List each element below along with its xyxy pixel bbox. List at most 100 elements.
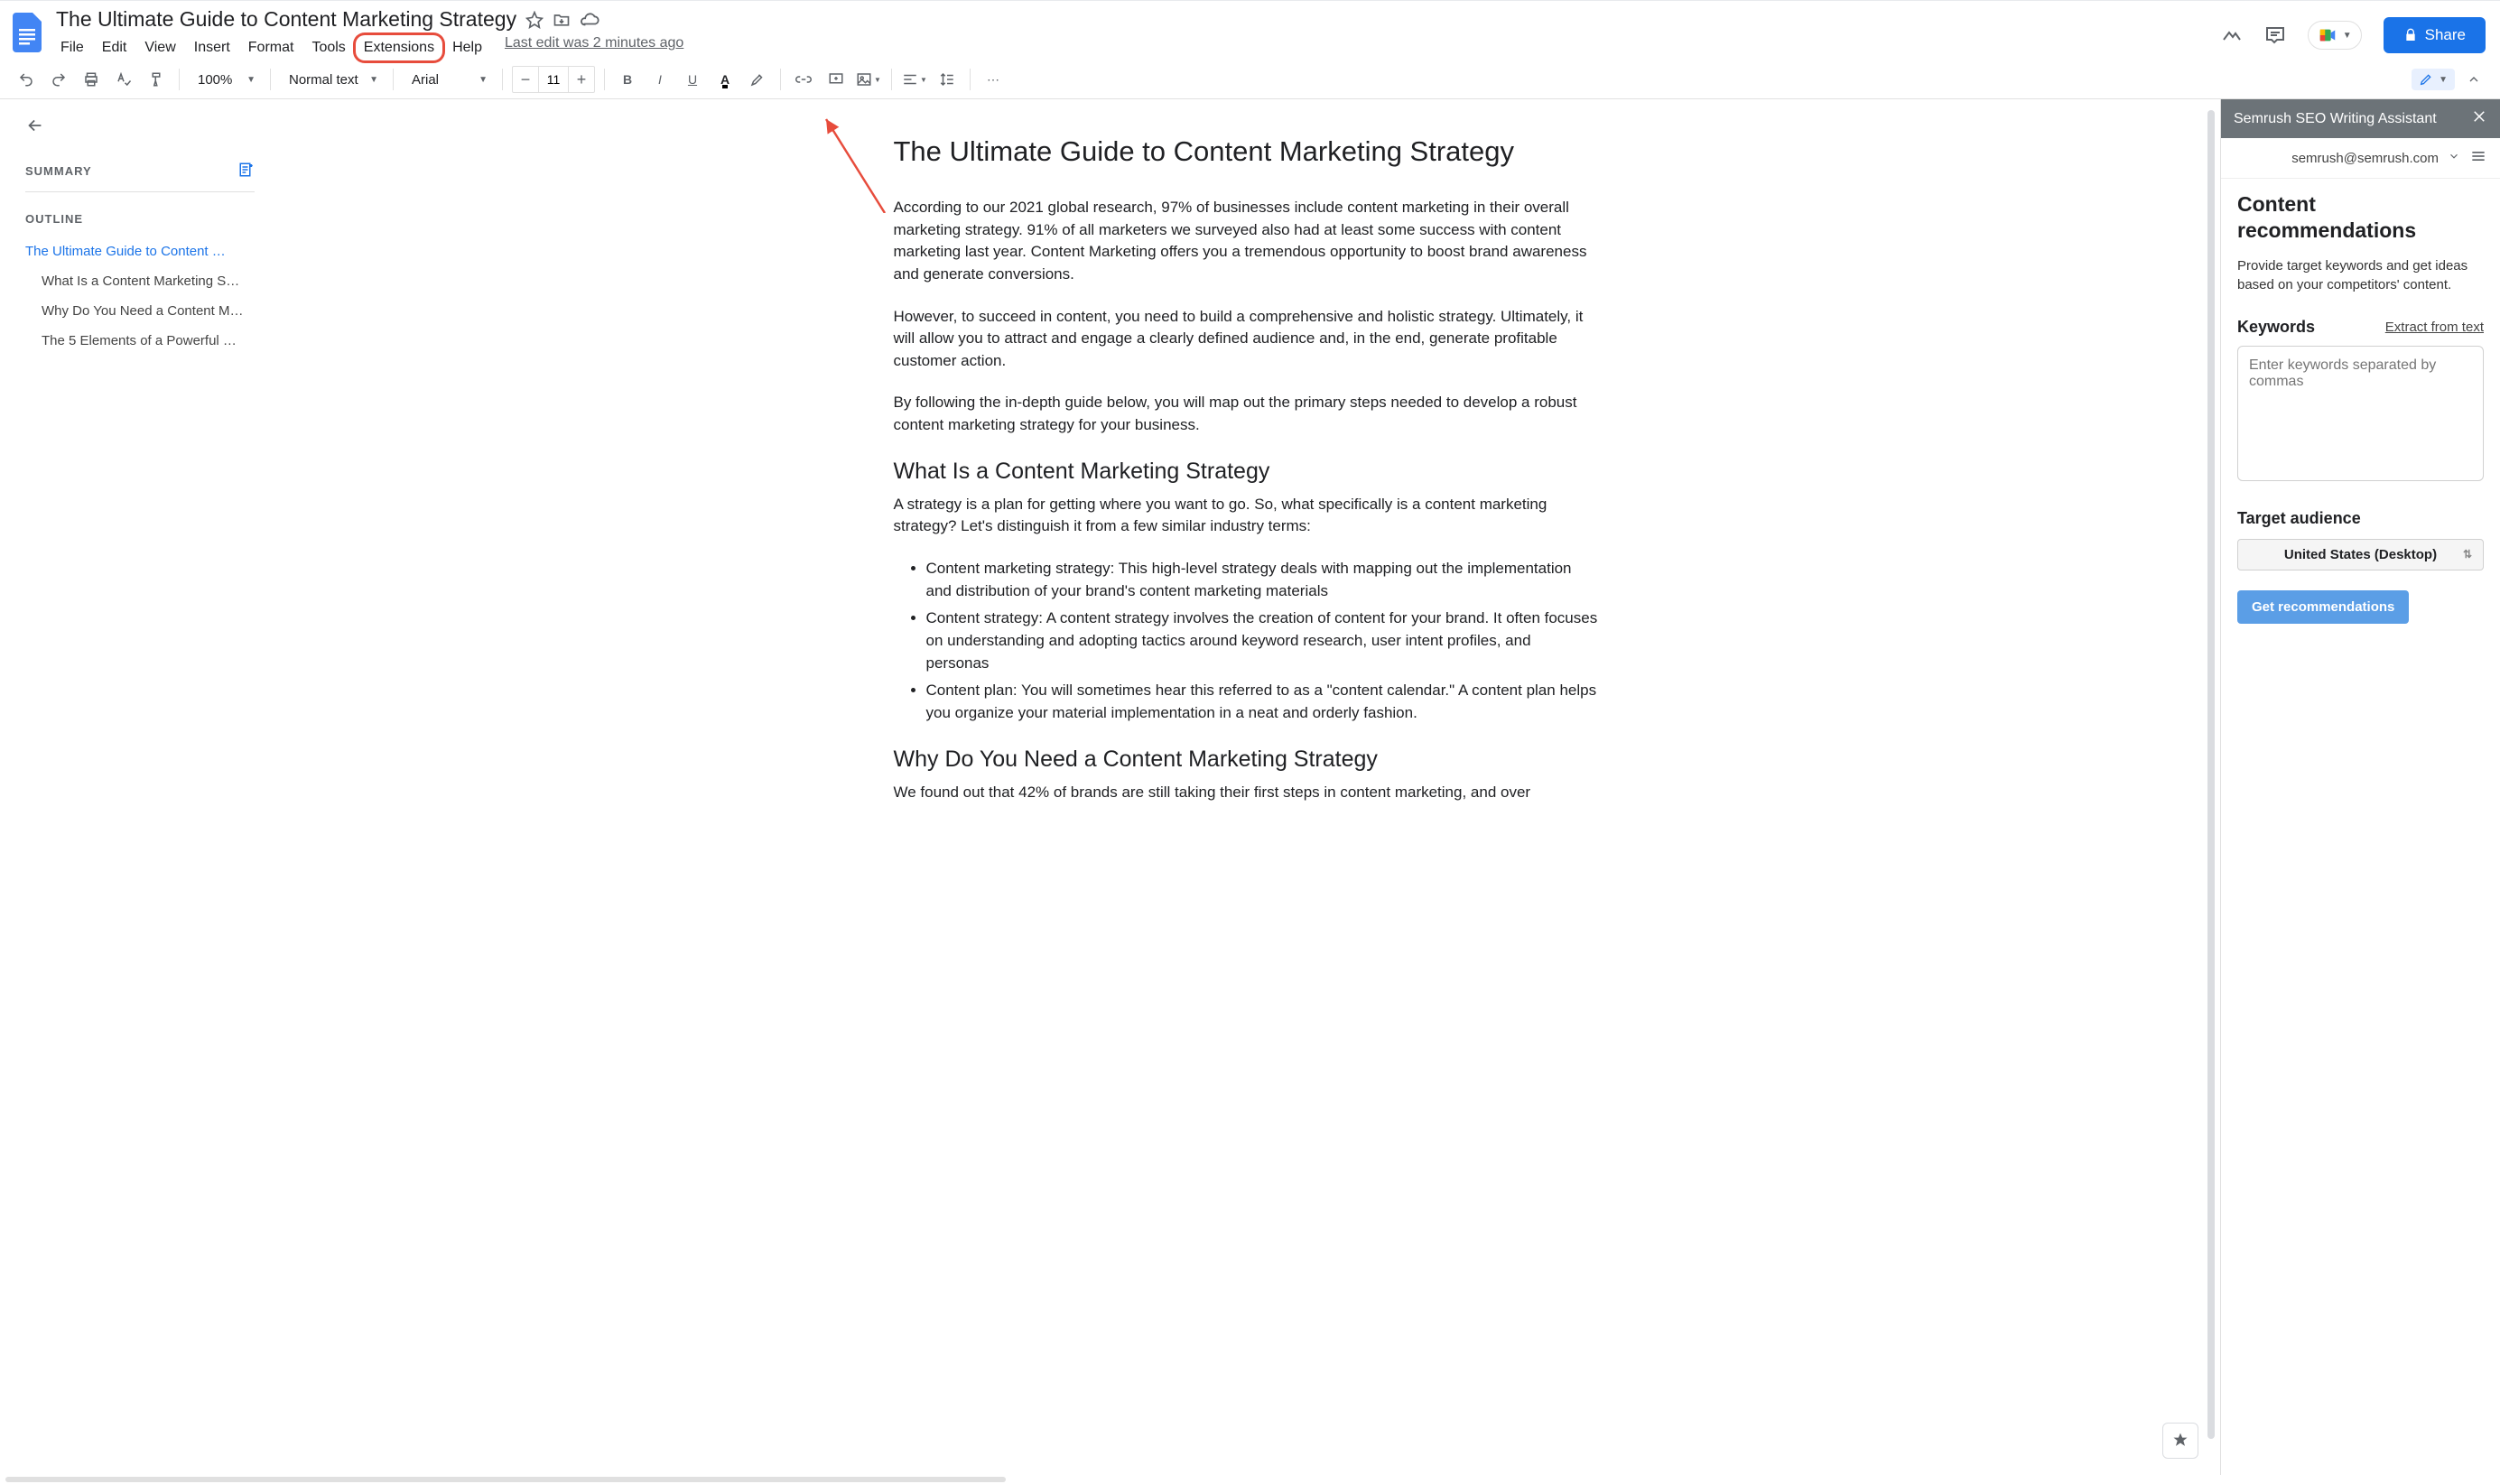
add-summary-button[interactable] xyxy=(238,162,255,181)
star-icon[interactable] xyxy=(525,11,544,29)
insert-image-button[interactable]: ▼ xyxy=(855,66,882,93)
paragraph: By following the in-depth guide below, y… xyxy=(894,392,1598,436)
arrow-left-icon xyxy=(25,116,45,135)
separator xyxy=(270,69,271,90)
bold-button[interactable]: B xyxy=(614,66,641,93)
document-canvas[interactable]: The Ultimate Guide to Content Marketing … xyxy=(271,99,2220,1475)
more-tools-button[interactable]: ⋯ xyxy=(980,66,1007,93)
account-email[interactable]: semrush@semrush.com xyxy=(2291,151,2439,166)
panel-close-button[interactable] xyxy=(2471,108,2487,129)
docs-logo[interactable] xyxy=(11,8,47,57)
titlebar: The Ultimate Guide to Content Marketing … xyxy=(0,0,2500,60)
get-recommendations-button[interactable]: Get recommendations xyxy=(2237,590,2409,624)
insert-comment-button[interactable] xyxy=(822,66,850,93)
list-item: Content strategy: A content strategy inv… xyxy=(926,608,1598,674)
keywords-label: Keywords xyxy=(2237,318,2315,337)
meet-button[interactable]: ▼ xyxy=(2308,21,2362,50)
paragraph: According to our 2021 global research, 9… xyxy=(894,197,1598,286)
account-caret[interactable] xyxy=(2448,150,2460,166)
caret-down-icon: ▼ xyxy=(2439,75,2448,85)
separator xyxy=(179,69,180,90)
align-button[interactable]: ▼ xyxy=(901,66,928,93)
document-title[interactable]: The Ultimate Guide to Content Marketing … xyxy=(56,8,516,32)
separator xyxy=(604,69,605,90)
menubar: File Edit View Insert Format Tools Exten… xyxy=(52,35,683,60)
undo-button[interactable] xyxy=(13,66,40,93)
text-color-button[interactable]: A xyxy=(711,66,739,93)
font-size-increase[interactable]: + xyxy=(569,67,594,92)
outline-item[interactable]: The 5 Elements of a Powerful … xyxy=(25,326,255,356)
audience-label: Target audience xyxy=(2237,509,2484,528)
zoom-value: 100% xyxy=(198,72,232,88)
redo-button[interactable] xyxy=(45,66,72,93)
close-icon xyxy=(2471,108,2487,125)
panel-menu-button[interactable] xyxy=(2469,147,2487,169)
summary-add-icon xyxy=(238,162,255,178)
docs-file-icon xyxy=(13,13,45,52)
menu-file[interactable]: File xyxy=(52,35,92,60)
explore-icon xyxy=(2171,1432,2189,1450)
toolbar: 100% ▼ Normal text ▼ Arial ▼ − + B I U A… xyxy=(0,60,2500,99)
highlight-button[interactable] xyxy=(744,66,771,93)
hamburger-icon xyxy=(2469,147,2487,165)
panel-title: Semrush SEO Writing Assistant xyxy=(2234,111,2437,127)
menu-format[interactable]: Format xyxy=(240,35,302,60)
share-label: Share xyxy=(2425,26,2466,44)
font-value: Arial xyxy=(412,72,439,88)
italic-button[interactable]: I xyxy=(646,66,674,93)
comments-icon[interactable] xyxy=(2264,24,2286,46)
collapse-toolbar-button[interactable] xyxy=(2460,66,2487,93)
heading-2: What Is a Content Marketing Strategy xyxy=(894,459,1598,485)
font-size-input[interactable] xyxy=(538,67,569,92)
underline-button[interactable]: U xyxy=(679,66,706,93)
outline-item[interactable]: The Ultimate Guide to Content … xyxy=(25,237,255,266)
paragraph-style-select[interactable]: Normal text ▼ xyxy=(280,66,384,93)
paint-format-button[interactable] xyxy=(143,66,170,93)
separator xyxy=(502,69,503,90)
caret-down-icon: ▼ xyxy=(246,75,256,85)
meet-caret-icon: ▼ xyxy=(2343,31,2352,41)
panel-header: Semrush SEO Writing Assistant xyxy=(2221,99,2500,138)
font-size-stepper: − + xyxy=(512,66,595,93)
move-icon[interactable] xyxy=(553,11,571,29)
last-edit-status[interactable]: Last edit was 2 minutes ago xyxy=(505,35,683,60)
print-button[interactable] xyxy=(78,66,105,93)
separator xyxy=(970,69,971,90)
paragraph-style-value: Normal text xyxy=(289,72,358,88)
document-page: The Ultimate Guide to Content Marketing … xyxy=(876,117,1616,914)
editing-mode-button[interactable]: ▼ xyxy=(2412,69,2455,90)
title-actions: ▼ Share xyxy=(2221,8,2486,53)
menu-help[interactable]: Help xyxy=(444,35,490,60)
separator xyxy=(891,69,892,90)
cloud-status-icon[interactable] xyxy=(580,10,599,30)
font-select[interactable]: Arial ▼ xyxy=(403,66,493,93)
bullet-list: Content marketing strategy: This high-le… xyxy=(894,558,1598,724)
panel-section-title: Content recommendations xyxy=(2237,191,2484,244)
menu-edit[interactable]: Edit xyxy=(94,35,135,60)
keywords-input[interactable] xyxy=(2237,346,2484,481)
menu-extensions[interactable]: Extensions xyxy=(356,35,442,60)
menu-view[interactable]: View xyxy=(136,35,183,60)
zoom-select[interactable]: 100% ▼ xyxy=(189,66,261,93)
line-spacing-button[interactable] xyxy=(934,66,961,93)
horizontal-scrollbar[interactable] xyxy=(0,1475,2500,1484)
menu-tools[interactable]: Tools xyxy=(303,35,353,60)
font-size-decrease[interactable]: − xyxy=(513,67,538,92)
outline-item[interactable]: Why Do You Need a Content M… xyxy=(25,296,255,326)
insert-link-button[interactable] xyxy=(790,66,817,93)
activity-icon[interactable] xyxy=(2221,24,2243,46)
panel-description: Provide target keywords and get ideas ba… xyxy=(2237,256,2484,294)
title-column: The Ultimate Guide to Content Marketing … xyxy=(56,8,683,60)
chevron-down-icon xyxy=(2448,150,2460,162)
list-item: Content marketing strategy: This high-le… xyxy=(926,558,1598,602)
share-button[interactable]: Share xyxy=(2384,17,2486,53)
menu-insert[interactable]: Insert xyxy=(186,35,238,60)
separator xyxy=(393,69,394,90)
spellcheck-button[interactable] xyxy=(110,66,137,93)
heading-2: Why Do You Need a Content Marketing Stra… xyxy=(894,747,1598,773)
outline-back-button[interactable] xyxy=(25,116,255,138)
audience-select[interactable]: United States (Desktop) xyxy=(2237,539,2484,570)
explore-button[interactable] xyxy=(2162,1423,2198,1459)
outline-item[interactable]: What Is a Content Marketing S… xyxy=(25,266,255,296)
extract-from-text-link[interactable]: Extract from text xyxy=(2385,320,2484,335)
